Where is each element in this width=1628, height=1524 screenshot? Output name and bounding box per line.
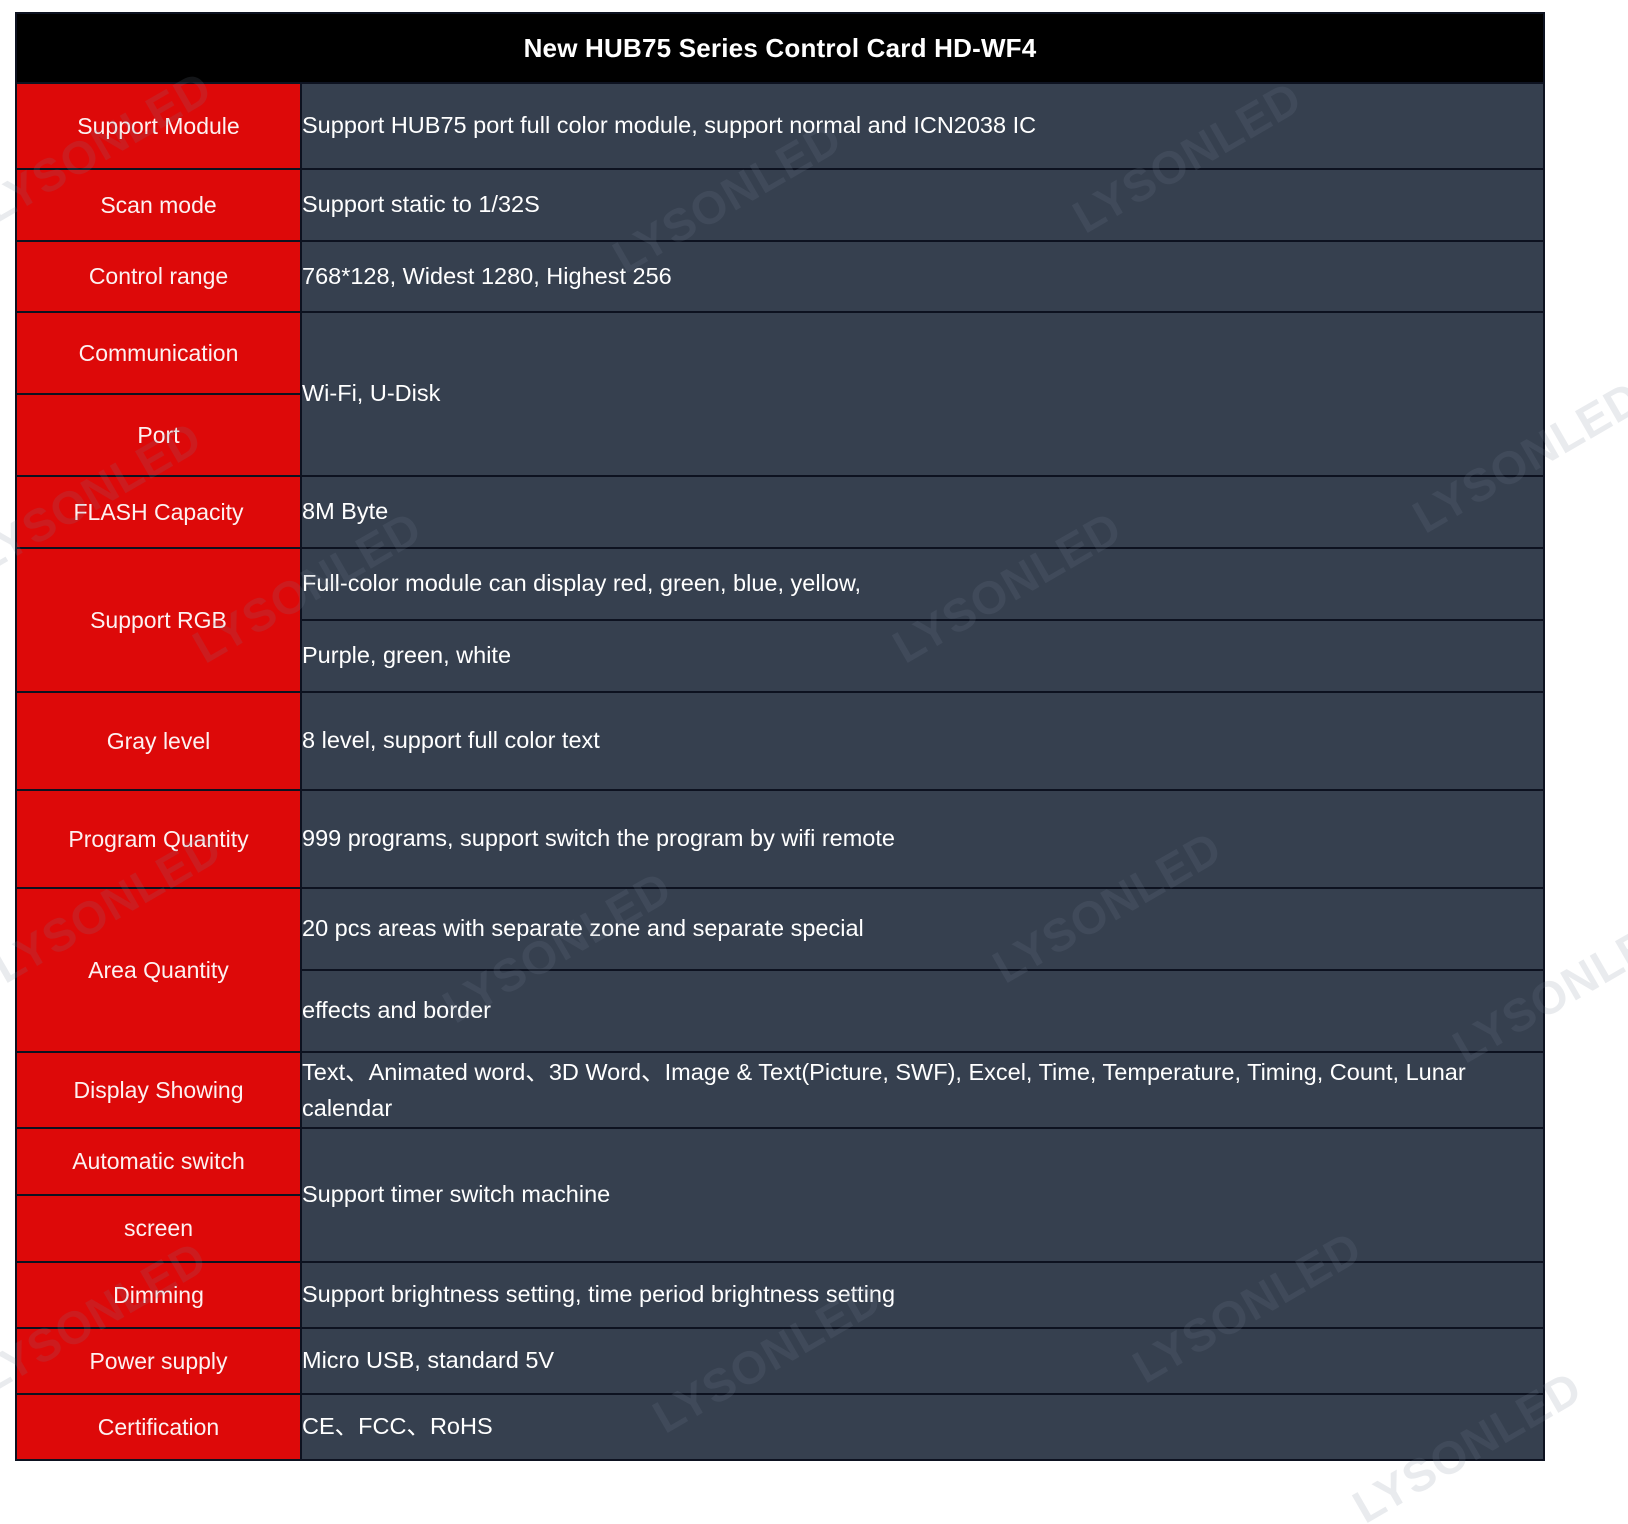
- row-label: Certification: [15, 1393, 302, 1461]
- row-value: Support static to 1/32S: [300, 168, 1545, 242]
- table-row: Power supply Micro USB, standard 5V: [15, 1327, 1545, 1395]
- table-row: Program Quantity 999 programs, support s…: [15, 789, 1545, 889]
- spec-sheet: LYSONLED LYSONLED LYSONLED LYSONLED LYSO…: [0, 0, 1628, 1524]
- row-value: CE、FCC、RoHS: [300, 1393, 1545, 1461]
- row-label-secondary: Port: [15, 393, 302, 477]
- table-row: Gray level 8 level, support full color t…: [15, 691, 1545, 791]
- row-label: Control range: [15, 240, 302, 313]
- row-label: Power supply: [15, 1327, 302, 1395]
- row-value: Wi-Fi, U-Disk: [300, 311, 1545, 477]
- row-label: Automatic switch: [15, 1127, 302, 1196]
- table-row: FLASH Capacity 8M Byte: [15, 475, 1545, 549]
- row-value: Support timer switch machine: [300, 1127, 1545, 1263]
- row-value: Text、Animated word、3D Word、Image & Text(…: [300, 1051, 1545, 1129]
- row-label: FLASH Capacity: [15, 475, 302, 549]
- table-header-row: New HUB75 Series Control Card HD-WF4: [15, 12, 1545, 84]
- specification-table: New HUB75 Series Control Card HD-WF4 Sup…: [15, 12, 1545, 1461]
- row-value: Micro USB, standard 5V: [300, 1327, 1545, 1395]
- row-label: Area Quantity: [15, 887, 302, 1053]
- row-label: Program Quantity: [15, 789, 302, 889]
- row-label: Scan mode: [15, 168, 302, 242]
- table-row: Control range 768*128, Widest 1280, High…: [15, 240, 1545, 313]
- row-label: Communication: [15, 311, 302, 395]
- table-row: Display Showing Text、Animated word、3D Wo…: [15, 1051, 1545, 1129]
- row-label: Gray level: [15, 691, 302, 791]
- row-label: Support Module: [15, 82, 302, 170]
- row-value: 999 programs, support switch the program…: [300, 789, 1545, 889]
- row-value: 768*128, Widest 1280, Highest 256: [300, 240, 1545, 313]
- table-row: Certification CE、FCC、RoHS: [15, 1393, 1545, 1461]
- table-row: Support Module Support HUB75 port full c…: [15, 82, 1545, 170]
- row-value: Support brightness setting, time period …: [300, 1261, 1545, 1329]
- table-row: Area Quantity 20 pcs areas with separate…: [15, 887, 1545, 1053]
- row-value: 8 level, support full color text: [300, 691, 1545, 791]
- row-label-secondary: screen: [15, 1194, 302, 1263]
- row-label: Display Showing: [15, 1051, 302, 1129]
- row-label: Support RGB: [15, 547, 302, 693]
- row-value-secondary: effects and border: [300, 969, 1545, 1053]
- row-value: 8M Byte: [300, 475, 1545, 549]
- table-row: Support RGB Full-color module can displa…: [15, 547, 1545, 693]
- table-row: Communication Wi-Fi, U-Disk: [15, 311, 1545, 477]
- table-row: Scan mode Support static to 1/32S: [15, 168, 1545, 242]
- table-row: Automatic switch Support timer switch ma…: [15, 1127, 1545, 1263]
- row-value: 20 pcs areas with separate zone and sepa…: [300, 887, 1545, 971]
- row-label: Dimming: [15, 1261, 302, 1329]
- row-value: Support HUB75 port full color module, su…: [300, 82, 1545, 170]
- table-row: Dimming Support brightness setting, time…: [15, 1261, 1545, 1329]
- page-title: New HUB75 Series Control Card HD-WF4: [15, 12, 1545, 84]
- row-value-secondary: Purple, green, white: [300, 619, 1545, 693]
- row-value: Full-color module can display red, green…: [300, 547, 1545, 621]
